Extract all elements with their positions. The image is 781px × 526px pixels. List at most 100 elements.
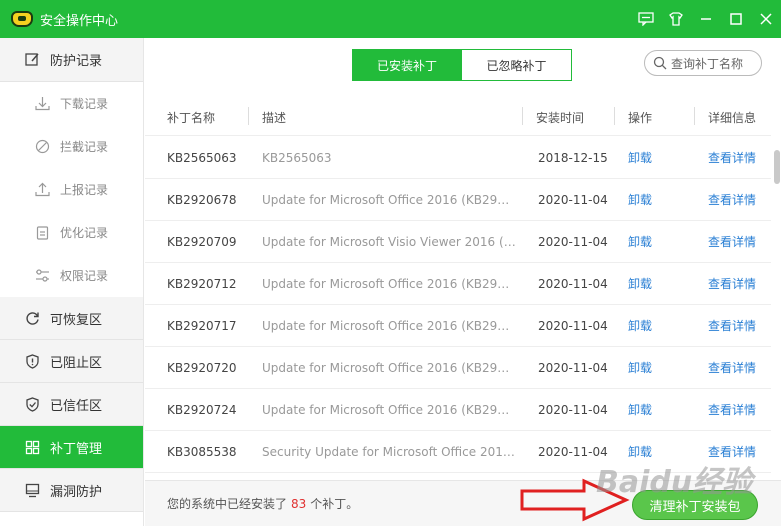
sidebar-item-label: 补丁管理 [50,441,103,457]
view-details-link[interactable]: 查看详情 [694,233,771,250]
column-header-op[interactable]: 操作 [614,107,694,126]
install-time: 2020-11-04 [538,444,608,459]
table-row: KB2920724 Update for Microsoft Office 20… [145,389,771,431]
block-icon [34,139,50,155]
patch-desc: KB2565063 [262,150,332,165]
patch-desc: Update for Microsoft Office 2016 (KB2920… [262,276,522,291]
window-title: 安全操作中心 [40,13,119,29]
tab-installed-patches[interactable]: 已安装补丁 [352,49,462,81]
search-placeholder: 查询补丁名称 [671,56,744,71]
patch-name: KB2920717 [167,318,237,333]
cleanup-patch-packages-button[interactable]: 清理补丁安装包 [632,490,758,520]
uninstall-link[interactable]: 卸载 [614,191,694,208]
patch-desc: Update for Microsoft Office 2016 (KB2920… [262,318,522,333]
sidebar-item-optimize-records[interactable]: 优化记录 [0,211,143,254]
restore-icon [24,310,40,326]
view-details-link[interactable]: 查看详情 [694,191,771,208]
red-arrow-annotation [520,478,630,522]
install-time: 2020-11-04 [538,276,608,291]
view-details-link[interactable]: 查看详情 [694,149,771,166]
uninstall-link[interactable]: 卸载 [614,317,694,334]
table-row: KB2920717 Update for Microsoft Office 20… [145,305,771,347]
table-row: KB2920678 Update for Microsoft Office 20… [145,179,771,221]
app-logo-icon [10,10,34,28]
view-details-link[interactable]: 查看详情 [694,443,771,460]
sidebar-item-recoverable[interactable]: 可恢复区 [0,297,143,340]
sidebar-item-download-records[interactable]: 下载记录 [0,82,143,125]
patch-desc: Update for Microsoft Office 2016 (KB2920… [262,402,522,417]
column-header-desc[interactable]: 描述 [248,107,522,126]
sidebar-item-label: 已阻止区 [50,355,103,371]
close-icon[interactable] [751,0,781,38]
view-details-link[interactable]: 查看详情 [694,359,771,376]
install-time: 2020-11-04 [538,402,608,417]
sidebar-item-label: 漏洞防护 [50,484,103,500]
download-icon [34,96,50,112]
patch-desc: Security Update for Microsoft Office 201… [262,444,522,459]
table-header: 补丁名称 描述 安装时间 操作 详细信息 [145,100,771,136]
sidebar-item-vuln-protection[interactable]: 漏洞防护 [0,469,143,512]
patch-name: KB3085538 [167,444,237,459]
column-header-name[interactable]: 补丁名称 [145,109,248,126]
uninstall-link[interactable]: 卸载 [614,359,694,376]
title-bar: 安全操作中心 [0,0,781,38]
install-time: 2020-11-04 [538,360,608,375]
patch-name: KB2920678 [167,192,237,207]
upload-icon [34,182,50,198]
column-header-time[interactable]: 安装时间 [522,107,614,126]
sidebar-item-protection-records[interactable]: 防护记录 [0,38,143,82]
sidebar-item-block-records[interactable]: 拦截记录 [0,125,143,168]
install-time: 2020-11-04 [538,234,608,249]
maximize-icon[interactable] [721,0,751,38]
sidebar-item-label: 防护记录 [50,54,103,69]
patch-desc: Update for Microsoft Visio Viewer 2016 (… [262,234,522,249]
sidebar-item-label: 优化记录 [60,226,109,240]
uninstall-link[interactable]: 卸载 [614,401,694,418]
uninstall-link[interactable]: 卸载 [614,149,694,166]
view-details-link[interactable]: 查看详情 [694,317,771,334]
sidebar-item-trusted[interactable]: 已信任区 [0,383,143,426]
install-time: 2018-12-15 [538,150,608,165]
sidebar-item-label: 可恢复区 [50,312,103,328]
column-header-detail[interactable]: 详细信息 [694,107,771,126]
table-row: KB3085538 Security Update for Microsoft … [145,431,771,473]
sidebar: 防护记录 下载记录 拦截记录 上报记录 优化记录 权限记录 可恢复区 已阻止区 … [0,38,144,526]
installed-count-suffix: 个补丁。 [310,497,359,511]
patch-name: KB2920712 [167,276,237,291]
patch-table: KB2565063 KB2565063 2018-12-15 卸载 查看详情 K… [145,137,771,479]
scrollbar-thumb[interactable] [774,150,780,184]
table-row: KB2920712 Update for Microsoft Office 20… [145,263,771,305]
sidebar-item-permission-records[interactable]: 权限记录 [0,254,143,297]
installed-count-prefix: 您的系统中已经安装了 [167,497,288,511]
footer-bar: 您的系统中已经安装了 83 个补丁。 清理补丁安装包 [145,480,781,526]
feedback-icon[interactable] [631,0,661,38]
sidebar-item-patch-management[interactable]: 补丁管理 [0,426,143,469]
sidebar-item-upload-records[interactable]: 上报记录 [0,168,143,211]
uninstall-link[interactable]: 卸载 [614,275,694,292]
install-time: 2020-11-04 [538,318,608,333]
view-details-link[interactable]: 查看详情 [694,275,771,292]
uninstall-link[interactable]: 卸载 [614,443,694,460]
clipboard-icon [34,225,50,241]
table-row: KB2920709 Update for Microsoft Visio Vie… [145,221,771,263]
uninstall-link[interactable]: 卸载 [614,233,694,250]
sidebar-item-label: 上报记录 [60,183,109,197]
sidebar-item-blocked[interactable]: 已阻止区 [0,340,143,383]
minimize-icon[interactable] [691,0,721,38]
sidebar-item-label: 权限记录 [60,269,109,283]
sidebar-item-label: 下载记录 [60,97,109,111]
search-input[interactable]: 查询补丁名称 [644,50,762,76]
search-icon [653,56,667,70]
install-time: 2020-11-04 [538,192,608,207]
table-row: KB2920720 Update for Microsoft Office 20… [145,347,771,389]
view-details-link[interactable]: 查看详情 [694,401,771,418]
main-panel: 已安装补丁 已忽略补丁 查询补丁名称 补丁名称 描述 安装时间 操作 详细信息 … [145,38,781,526]
table-scrollbar[interactable] [773,150,781,480]
sidebar-item-label: 已信任区 [50,398,103,414]
patch-desc: Update for Microsoft Office 2016 (KB2920… [262,192,522,207]
sidebar-item-label: 拦截记录 [60,140,109,154]
skin-icon[interactable] [661,0,691,38]
patch-name: KB2565063 [167,150,237,165]
window-controls [631,0,781,38]
tab-ignored-patches[interactable]: 已忽略补丁 [462,49,572,81]
